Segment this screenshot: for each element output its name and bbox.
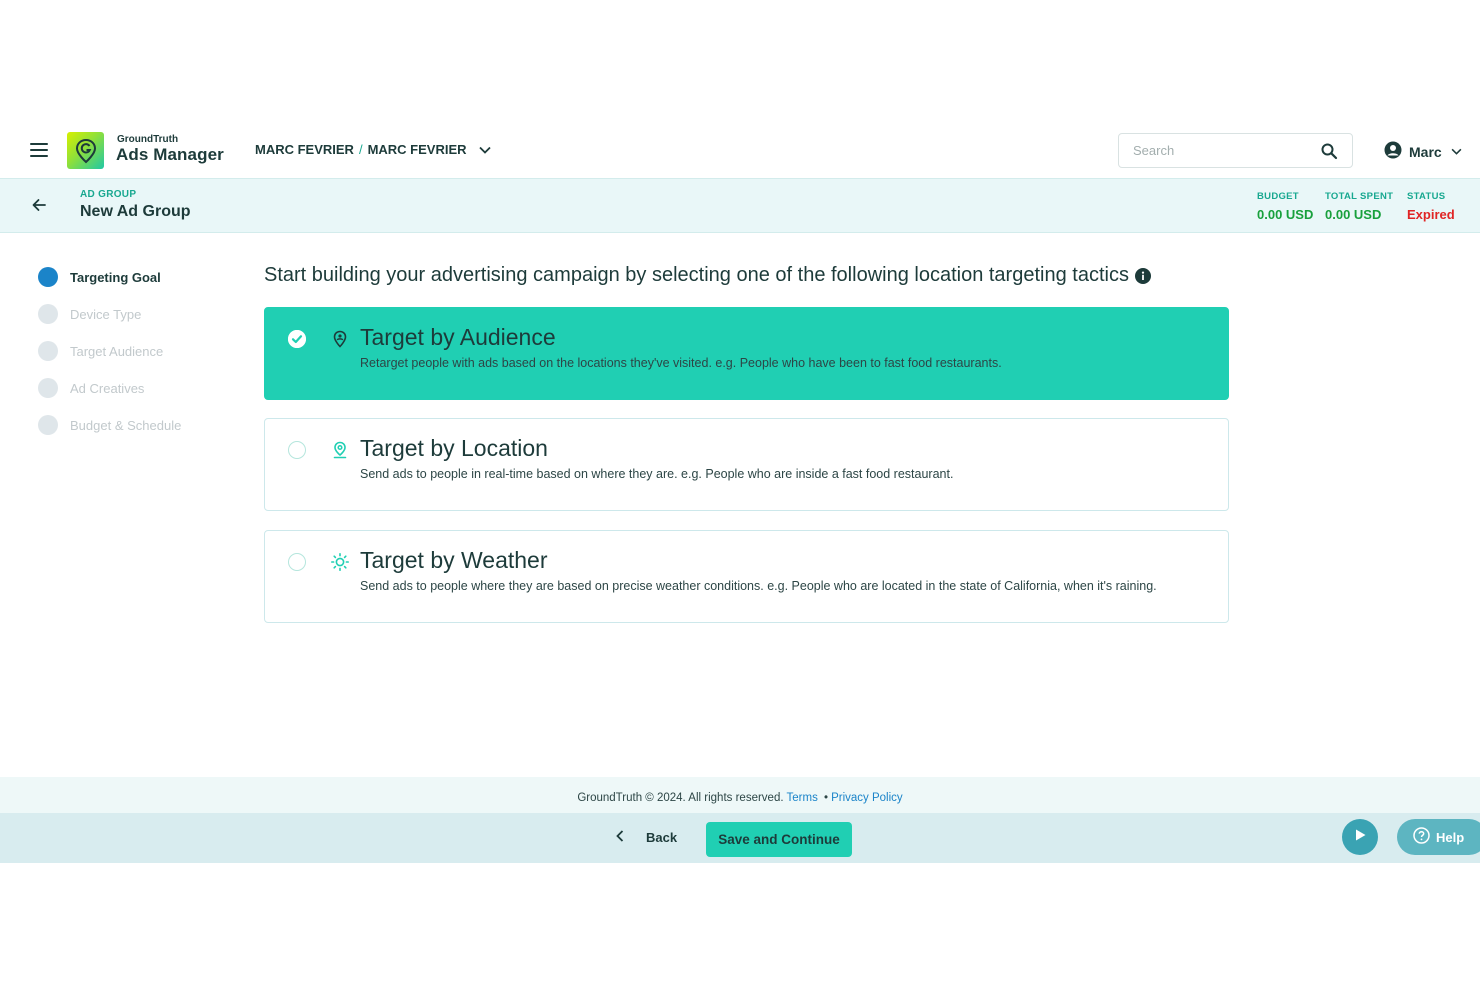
sun-icon bbox=[331, 553, 349, 571]
status-stat: STATUS Expired bbox=[1407, 191, 1455, 222]
help-button[interactable]: Help bbox=[1397, 819, 1480, 855]
option-title: Target by Weather bbox=[360, 547, 548, 573]
option-description: Send ads to people where they are based … bbox=[360, 579, 1157, 593]
step-targeting-goal[interactable]: Targeting Goal bbox=[38, 267, 181, 304]
ad-group-bar: AD GROUP New Ad Group BUDGET 0.00 USD TO… bbox=[0, 178, 1480, 233]
step-indicator bbox=[38, 378, 58, 398]
page-headline: Start building your advertising campaign… bbox=[264, 264, 1151, 287]
step-budget-schedule[interactable]: Budget & Schedule bbox=[38, 415, 181, 452]
step-indicator bbox=[38, 415, 58, 435]
back-button-label: Back bbox=[646, 830, 678, 845]
account-separator: / bbox=[358, 142, 363, 157]
help-icon bbox=[1413, 827, 1430, 847]
footer-copyright: GroundTruth © 2024. All rights reserved.… bbox=[0, 777, 1480, 813]
play-video-button[interactable] bbox=[1342, 819, 1378, 855]
step-label: Target Audience bbox=[70, 344, 164, 359]
back-button[interactable]: Back bbox=[616, 830, 677, 845]
save-and-continue-button[interactable]: Save and Continue bbox=[706, 822, 852, 857]
search-icon[interactable] bbox=[1320, 142, 1338, 160]
budget-label: BUDGET bbox=[1257, 191, 1299, 202]
chevron-down-icon[interactable] bbox=[1451, 148, 1462, 155]
option-title: Target by Audience bbox=[360, 324, 556, 350]
status-badge: Expired bbox=[1407, 207, 1455, 222]
location-pin-icon bbox=[331, 441, 349, 459]
option-title: Target by Location bbox=[360, 435, 548, 461]
option-description: Retarget people with ads based on the lo… bbox=[360, 356, 1002, 370]
logo-icon[interactable] bbox=[67, 132, 104, 169]
info-icon[interactable] bbox=[1134, 267, 1151, 284]
budget-stat: BUDGET 0.00 USD bbox=[1257, 191, 1313, 222]
step-indicator bbox=[38, 267, 58, 287]
status-label: STATUS bbox=[1407, 191, 1446, 202]
footer-bullet: • bbox=[824, 792, 829, 804]
radio-unchecked[interactable] bbox=[288, 553, 306, 571]
step-label: Ad Creatives bbox=[70, 381, 145, 396]
chevron-down-icon[interactable] bbox=[478, 146, 491, 154]
radio-unchecked[interactable] bbox=[288, 441, 306, 459]
total-spent-label: TOTAL SPENT bbox=[1325, 191, 1394, 202]
terms-link[interactable]: Terms bbox=[787, 792, 818, 804]
copyright-text: GroundTruth © 2024. All rights reserved. bbox=[577, 792, 784, 804]
ad-group-label: AD GROUP bbox=[80, 189, 137, 200]
step-ad-creatives[interactable]: Ad Creatives bbox=[38, 378, 181, 415]
help-label: Help bbox=[1436, 829, 1465, 845]
step-target-audience[interactable]: Target Audience bbox=[38, 341, 181, 378]
option-target-by-audience[interactable]: Target by Audience Retarget people with … bbox=[264, 307, 1229, 400]
back-arrow-icon[interactable] bbox=[30, 196, 48, 214]
menu-icon[interactable] bbox=[30, 143, 48, 157]
budget-value: 0.00 USD bbox=[1257, 207, 1314, 222]
brand-app-name: Ads Manager bbox=[116, 145, 224, 164]
account-switcher[interactable]: MARC FEVRIER / MARC FEVRIER bbox=[255, 142, 491, 157]
user-name: Marc bbox=[1409, 143, 1442, 160]
play-icon bbox=[1353, 828, 1367, 847]
privacy-policy-link[interactable]: Privacy Policy bbox=[831, 792, 903, 804]
option-target-by-weather[interactable]: Target by Weather Send ads to people whe… bbox=[264, 530, 1229, 623]
total-spent-value: 0.00 USD bbox=[1325, 207, 1382, 222]
user-menu[interactable]: Marc bbox=[1384, 141, 1462, 162]
step-label: Budget & Schedule bbox=[70, 418, 182, 433]
top-header: GroundTruth Ads Manager MARC FEVRIER / M… bbox=[0, 122, 1480, 178]
step-label: Targeting Goal bbox=[70, 270, 161, 285]
total-spent-stat: TOTAL SPENT 0.00 USD bbox=[1325, 191, 1393, 222]
option-target-by-location[interactable]: Target by Location Send ads to people in… bbox=[264, 418, 1229, 511]
chevron-left-icon bbox=[616, 830, 624, 845]
footer-action-bar: Back Save and Continue Help bbox=[0, 813, 1480, 863]
user-icon bbox=[1384, 141, 1402, 162]
audience-pin-icon bbox=[331, 330, 349, 348]
brand-company: GroundTruth bbox=[117, 134, 179, 145]
radio-checked[interactable] bbox=[288, 330, 306, 348]
option-description: Send ads to people in real-time based on… bbox=[360, 467, 954, 481]
account-org: MARC FEVRIER bbox=[255, 142, 354, 157]
step-indicator bbox=[38, 341, 58, 361]
account-name: MARC FEVRIER bbox=[367, 142, 467, 157]
step-device-type[interactable]: Device Type bbox=[38, 304, 181, 341]
headline-text: Start building your advertising campaign… bbox=[264, 264, 1129, 286]
steps-nav: Targeting Goal Device Type Target Audien… bbox=[38, 267, 181, 452]
step-indicator bbox=[38, 304, 58, 324]
search-box bbox=[1118, 133, 1353, 168]
ad-group-title: New Ad Group bbox=[80, 203, 191, 220]
step-label: Device Type bbox=[70, 307, 142, 322]
search-input[interactable] bbox=[1119, 134, 1314, 167]
